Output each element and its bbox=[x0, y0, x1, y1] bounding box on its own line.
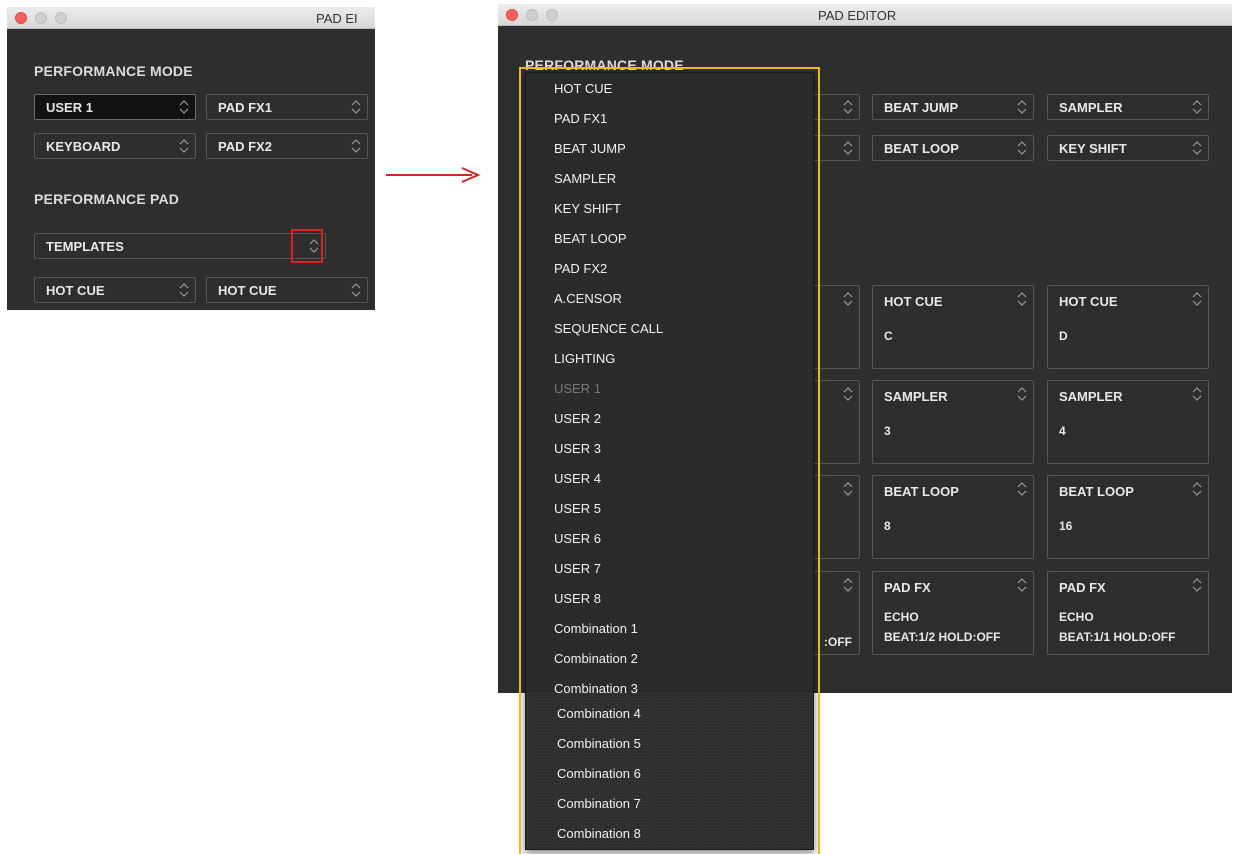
pad-sub-label: ECHO bbox=[1059, 610, 1094, 624]
window-title: PAD EI bbox=[316, 11, 358, 26]
chevron-up-down-icon bbox=[1017, 578, 1027, 592]
close-window-icon[interactable] bbox=[506, 9, 518, 21]
left-titlebar: PAD EI bbox=[7, 7, 375, 29]
chevron-up-down-icon bbox=[179, 139, 189, 153]
pad-label: SAMPLER bbox=[1059, 389, 1123, 404]
dropdown-highlight-frame bbox=[519, 67, 820, 854]
pad-beat-loop-16[interactable]: BEAT LOOP 16 bbox=[1047, 475, 1209, 559]
window-title: PAD EDITOR bbox=[818, 8, 897, 23]
chevron-up-down-icon bbox=[843, 292, 853, 306]
mode-select-beat-loop[interactable]: BEAT LOOP bbox=[872, 135, 1034, 161]
select-value: BEAT JUMP bbox=[884, 100, 959, 115]
chevron-up-down-icon bbox=[1017, 141, 1027, 155]
pad-select-hotcue-2[interactable]: HOT CUE bbox=[206, 277, 368, 303]
chevron-up-down-icon bbox=[351, 283, 361, 297]
pad-label: PAD FX bbox=[1059, 580, 1106, 595]
pad-label: PAD FX bbox=[884, 580, 931, 595]
chevron-up-down-icon bbox=[1017, 100, 1027, 114]
pad-sub-label: 4 bbox=[1059, 424, 1066, 438]
mode-select-padfx1[interactable]: PAD FX1 bbox=[206, 94, 368, 120]
pad-partial-text: :OFF bbox=[824, 635, 852, 649]
minimize-window-icon[interactable] bbox=[526, 9, 538, 21]
select-value: PAD FX1 bbox=[218, 100, 272, 115]
pad-sub-label: C bbox=[884, 329, 893, 343]
pad-label: HOT CUE bbox=[1059, 294, 1118, 309]
templates-stepper-highlight bbox=[291, 229, 323, 263]
pad-label: BEAT LOOP bbox=[884, 484, 959, 499]
mode-select-user1[interactable]: USER 1 bbox=[34, 94, 196, 120]
pad-sampler-4[interactable]: SAMPLER 4 bbox=[1047, 380, 1209, 464]
pad-beat-loop-8[interactable]: BEAT LOOP 8 bbox=[872, 475, 1034, 559]
performance-pad-heading: PERFORMANCE PAD bbox=[34, 191, 180, 207]
chevron-up-down-icon bbox=[1192, 482, 1202, 496]
mode-select-sampler[interactable]: SAMPLER bbox=[1047, 94, 1209, 120]
left-pad-editor-window: PAD EI PERFORMANCE MODE USER 1 PAD FX1 K… bbox=[7, 7, 375, 310]
select-value: USER 1 bbox=[46, 100, 93, 115]
select-value: KEYBOARD bbox=[46, 139, 121, 154]
pad-sub-label: ECHO bbox=[884, 610, 919, 624]
templates-select[interactable]: TEMPLATES bbox=[34, 233, 326, 259]
pad-sub-label: 16 bbox=[1059, 519, 1073, 533]
pad-sub-label: 3 bbox=[884, 424, 891, 438]
select-value: HOT CUE bbox=[218, 283, 277, 298]
pad-label: SAMPLER bbox=[884, 389, 948, 404]
chevron-up-down-icon bbox=[351, 100, 361, 114]
chevron-up-down-icon bbox=[1017, 387, 1027, 401]
pad-hotcue-c[interactable]: HOT CUE C bbox=[872, 285, 1034, 369]
chevron-up-down-icon bbox=[179, 283, 189, 297]
zoom-window-icon[interactable] bbox=[55, 12, 67, 24]
pad-select-hotcue-1[interactable]: HOT CUE bbox=[34, 277, 196, 303]
chevron-up-down-icon bbox=[1192, 578, 1202, 592]
chevron-up-down-icon bbox=[1017, 292, 1027, 306]
chevron-up-down-icon bbox=[1192, 292, 1202, 306]
pad-sub-label-2: BEAT:1/2 HOLD:OFF bbox=[884, 630, 1001, 644]
chevron-up-down-icon bbox=[843, 578, 853, 592]
zoom-window-icon[interactable] bbox=[546, 9, 558, 21]
select-value: KEY SHIFT bbox=[1059, 141, 1127, 156]
chevron-up-down-icon bbox=[843, 387, 853, 401]
chevron-up-down-icon bbox=[1017, 482, 1027, 496]
chevron-up-down-icon bbox=[1192, 387, 1202, 401]
select-value: TEMPLATES bbox=[46, 239, 124, 254]
close-window-icon[interactable] bbox=[15, 12, 27, 24]
chevron-up-down-icon bbox=[843, 100, 853, 114]
select-value: BEAT LOOP bbox=[884, 141, 959, 156]
pad-label: BEAT LOOP bbox=[1059, 484, 1134, 499]
chevron-up-down-icon bbox=[1192, 100, 1202, 114]
mode-select-padfx2[interactable]: PAD FX2 bbox=[206, 133, 368, 159]
arrow-right-icon bbox=[386, 167, 481, 183]
mode-select-keyboard[interactable]: KEYBOARD bbox=[34, 133, 196, 159]
select-value: SAMPLER bbox=[1059, 100, 1123, 115]
mode-select-beat-jump[interactable]: BEAT JUMP bbox=[872, 94, 1034, 120]
chevron-up-down-icon bbox=[843, 141, 853, 155]
pad-sub-label: 8 bbox=[884, 519, 891, 533]
pad-sub-label: D bbox=[1059, 329, 1068, 343]
minimize-window-icon[interactable] bbox=[35, 12, 47, 24]
pad-sampler-3[interactable]: SAMPLER 3 bbox=[872, 380, 1034, 464]
chevron-up-down-icon bbox=[1192, 141, 1202, 155]
pad-label: HOT CUE bbox=[884, 294, 943, 309]
chevron-up-down-icon bbox=[843, 482, 853, 496]
chevron-up-down-icon bbox=[179, 100, 189, 114]
chevron-up-down-icon bbox=[351, 139, 361, 153]
right-titlebar: PAD EDITOR bbox=[498, 4, 1232, 26]
pad-fx-echo-one[interactable]: PAD FX ECHO BEAT:1/1 HOLD:OFF bbox=[1047, 571, 1209, 655]
mode-select-key-shift[interactable]: KEY SHIFT bbox=[1047, 135, 1209, 161]
select-value: HOT CUE bbox=[46, 283, 105, 298]
select-value: PAD FX2 bbox=[218, 139, 272, 154]
pad-sub-label-2: BEAT:1/1 HOLD:OFF bbox=[1059, 630, 1176, 644]
pad-hotcue-d[interactable]: HOT CUE D bbox=[1047, 285, 1209, 369]
performance-mode-heading: PERFORMANCE MODE bbox=[34, 63, 193, 79]
pad-fx-echo-half[interactable]: PAD FX ECHO BEAT:1/2 HOLD:OFF bbox=[872, 571, 1034, 655]
